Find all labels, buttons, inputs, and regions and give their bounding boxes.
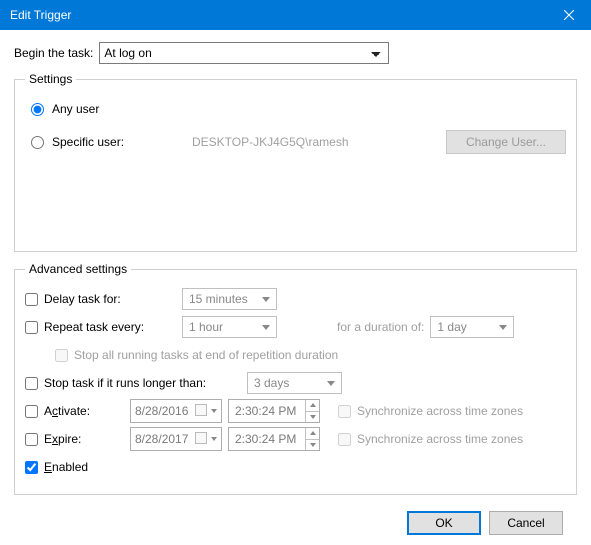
activate-sync-label: Synchronize across time zones xyxy=(357,404,523,418)
repeat-checkbox[interactable] xyxy=(25,321,38,334)
spinner-icon[interactable] xyxy=(305,400,319,422)
begin-task-row: Begin the task: At log on xyxy=(14,42,577,64)
expire-label: Expire: xyxy=(44,432,122,446)
any-user-radio[interactable] xyxy=(31,103,44,116)
specific-user-label: Specific user: xyxy=(52,135,192,149)
activate-time[interactable]: 2:30:24 PM xyxy=(228,399,320,423)
enabled-label: Enabled xyxy=(44,460,88,474)
stop-if-checkbox[interactable] xyxy=(25,377,38,390)
expire-sync-checkbox[interactable] xyxy=(338,433,351,446)
expire-sync: Synchronize across time zones xyxy=(338,432,523,446)
expire-row: Expire: 8/28/2017 2:30:24 PM Synchronize… xyxy=(25,426,566,452)
window-title: Edit Trigger xyxy=(10,8,71,22)
expire-sync-label: Synchronize across time zones xyxy=(357,432,523,446)
cancel-button[interactable]: Cancel xyxy=(489,511,563,535)
stop-if-row: Stop task if it runs longer than: 3 days xyxy=(25,370,566,396)
activate-date[interactable]: 8/28/2016 xyxy=(130,399,222,423)
enabled-row: Enabled xyxy=(25,454,566,480)
stop-all-checkbox[interactable] xyxy=(55,349,68,362)
any-user-label: Any user xyxy=(52,102,99,116)
activate-checkbox[interactable] xyxy=(25,405,38,418)
titlebar: Edit Trigger xyxy=(0,0,591,30)
stop-all-label: Stop all running tasks at end of repetit… xyxy=(74,348,338,362)
repeat-label: Repeat task every: xyxy=(44,320,174,334)
delay-checkbox[interactable] xyxy=(25,293,38,306)
duration-combo[interactable]: 1 day xyxy=(430,316,514,338)
dialog-content: Begin the task: At log on Settings Any u… xyxy=(0,30,591,545)
specific-user-row: Specific user: DESKTOP-JKJ4G5Q\ramesh Ch… xyxy=(31,130,566,154)
specific-user-radio[interactable] xyxy=(31,136,44,149)
expire-checkbox[interactable] xyxy=(25,433,38,446)
advanced-legend: Advanced settings xyxy=(25,262,131,276)
calendar-icon xyxy=(195,404,207,416)
any-user-row: Any user xyxy=(31,102,566,116)
activate-sync-checkbox[interactable] xyxy=(338,405,351,418)
settings-group: Settings Any user Specific user: DESKTOP… xyxy=(14,72,577,252)
enabled-checkbox[interactable] xyxy=(25,461,38,474)
activate-row: Activate: 8/28/2016 2:30:24 PM Synchroni… xyxy=(25,398,566,424)
begin-task-select[interactable]: At log on xyxy=(99,42,389,64)
dialog-footer: OK Cancel xyxy=(14,505,577,535)
repeat-row: Repeat task every: 1 hour for a duration… xyxy=(25,314,566,340)
stop-if-label: Stop task if it runs longer than: xyxy=(44,376,239,390)
delay-label: Delay task for: xyxy=(44,292,174,306)
settings-legend: Settings xyxy=(25,72,76,86)
spinner-icon[interactable] xyxy=(305,428,319,450)
expire-date[interactable]: 8/28/2017 xyxy=(130,427,222,451)
stop-all-row: Stop all running tasks at end of repetit… xyxy=(55,342,566,368)
repeat-combo[interactable]: 1 hour xyxy=(182,316,277,338)
change-user-button[interactable]: Change User... xyxy=(446,130,566,154)
activate-label: Activate: xyxy=(44,404,122,418)
close-button[interactable] xyxy=(546,0,591,30)
calendar-icon xyxy=(195,432,207,444)
delay-combo[interactable]: 15 minutes xyxy=(182,288,277,310)
ok-button[interactable]: OK xyxy=(407,511,481,535)
advanced-group: Advanced settings Delay task for: 15 min… xyxy=(14,262,577,495)
close-icon xyxy=(564,10,574,20)
delay-row: Delay task for: 15 minutes xyxy=(25,286,566,312)
expire-time[interactable]: 2:30:24 PM xyxy=(228,427,320,451)
activate-sync: Synchronize across time zones xyxy=(338,404,523,418)
stop-if-combo[interactable]: 3 days xyxy=(247,372,342,394)
begin-task-label: Begin the task: xyxy=(14,46,93,60)
duration-label: for a duration of: xyxy=(337,320,424,334)
specific-user-value: DESKTOP-JKJ4G5Q\ramesh xyxy=(192,135,446,149)
